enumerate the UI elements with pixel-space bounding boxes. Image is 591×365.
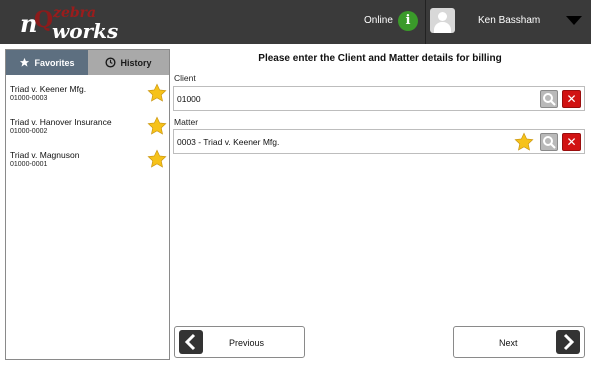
client-value: 01000: [177, 94, 201, 104]
client-field[interactable]: 01000 ✕: [173, 86, 585, 111]
favorite-code: 01000-0003: [10, 95, 48, 102]
close-icon: ✕: [566, 135, 577, 149]
previous-button[interactable]: Previous: [174, 326, 305, 358]
favorite-code: 01000-0002: [10, 128, 48, 135]
logo-q-glyph: Q: [34, 7, 54, 33]
search-icon: [543, 136, 556, 149]
user-name[interactable]: Ken Bassham: [478, 15, 540, 26]
favorite-code: 01000-0001: [10, 161, 48, 168]
client-search-button[interactable]: [540, 90, 558, 108]
client-clear-button[interactable]: ✕: [562, 90, 581, 108]
avatar-head: [438, 12, 447, 21]
favorites-panel: Favorites History Triad v. Keener Mfg. 0…: [5, 49, 170, 360]
panel-tabs: Favorites History: [6, 50, 169, 75]
tab-favorites[interactable]: Favorites: [6, 50, 88, 75]
clock-icon: [105, 57, 117, 68]
previous-label: Previous: [229, 338, 265, 348]
favorites-list: Triad v. Keener Mfg. 01000-0003 Triad v.…: [6, 75, 169, 174]
next-button[interactable]: Next: [453, 326, 585, 358]
star-icon[interactable]: [147, 116, 167, 136]
favorite-name: Triad v. Magnuson: [10, 150, 80, 160]
chevron-right-icon: [556, 330, 580, 354]
star-icon[interactable]: [147, 149, 167, 169]
chevron-left-icon: [179, 330, 203, 354]
star-icon: [20, 57, 30, 67]
app-logo: n Q zebra works: [20, 3, 140, 43]
favorite-name: Triad v. Hanover Insurance: [10, 117, 112, 127]
status-text: Online: [364, 15, 393, 26]
star-icon[interactable]: [147, 83, 167, 103]
matter-search-button[interactable]: [540, 133, 558, 151]
favorite-name: Triad v. Keener Mfg.: [10, 84, 87, 94]
list-item[interactable]: Triad v. Keener Mfg. 01000-0003: [6, 75, 169, 108]
page-title: Please enter the Client and Matter detai…: [258, 53, 502, 64]
close-icon: ✕: [566, 92, 577, 106]
tab-favorites-label: Favorites: [34, 57, 75, 68]
list-item[interactable]: Triad v. Hanover Insurance 01000-0002: [6, 108, 169, 141]
list-item[interactable]: Triad v. Magnuson 01000-0001: [6, 141, 169, 174]
chevron-down-icon[interactable]: [566, 16, 582, 25]
header-divider: [425, 0, 426, 44]
matter-label: Matter: [174, 117, 199, 127]
tab-history-label: History: [120, 57, 152, 68]
search-icon: [543, 93, 556, 106]
avatar-body: [434, 22, 451, 33]
matter-value: 0003 - Triad v. Keener Mfg.: [177, 137, 280, 147]
app-header: n Q zebra works Online i Ken Bassham: [0, 0, 591, 44]
info-icon[interactable]: i: [398, 11, 418, 31]
user-avatar[interactable]: [430, 8, 455, 33]
logo-works-text: works: [52, 19, 119, 43]
matter-clear-button[interactable]: ✕: [562, 133, 581, 151]
matter-field[interactable]: 0003 - Triad v. Keener Mfg. ✕: [173, 129, 585, 154]
next-label: Next: [499, 338, 518, 348]
client-label: Client: [174, 73, 196, 83]
star-icon[interactable]: [514, 132, 534, 152]
tab-history[interactable]: History: [88, 50, 169, 75]
